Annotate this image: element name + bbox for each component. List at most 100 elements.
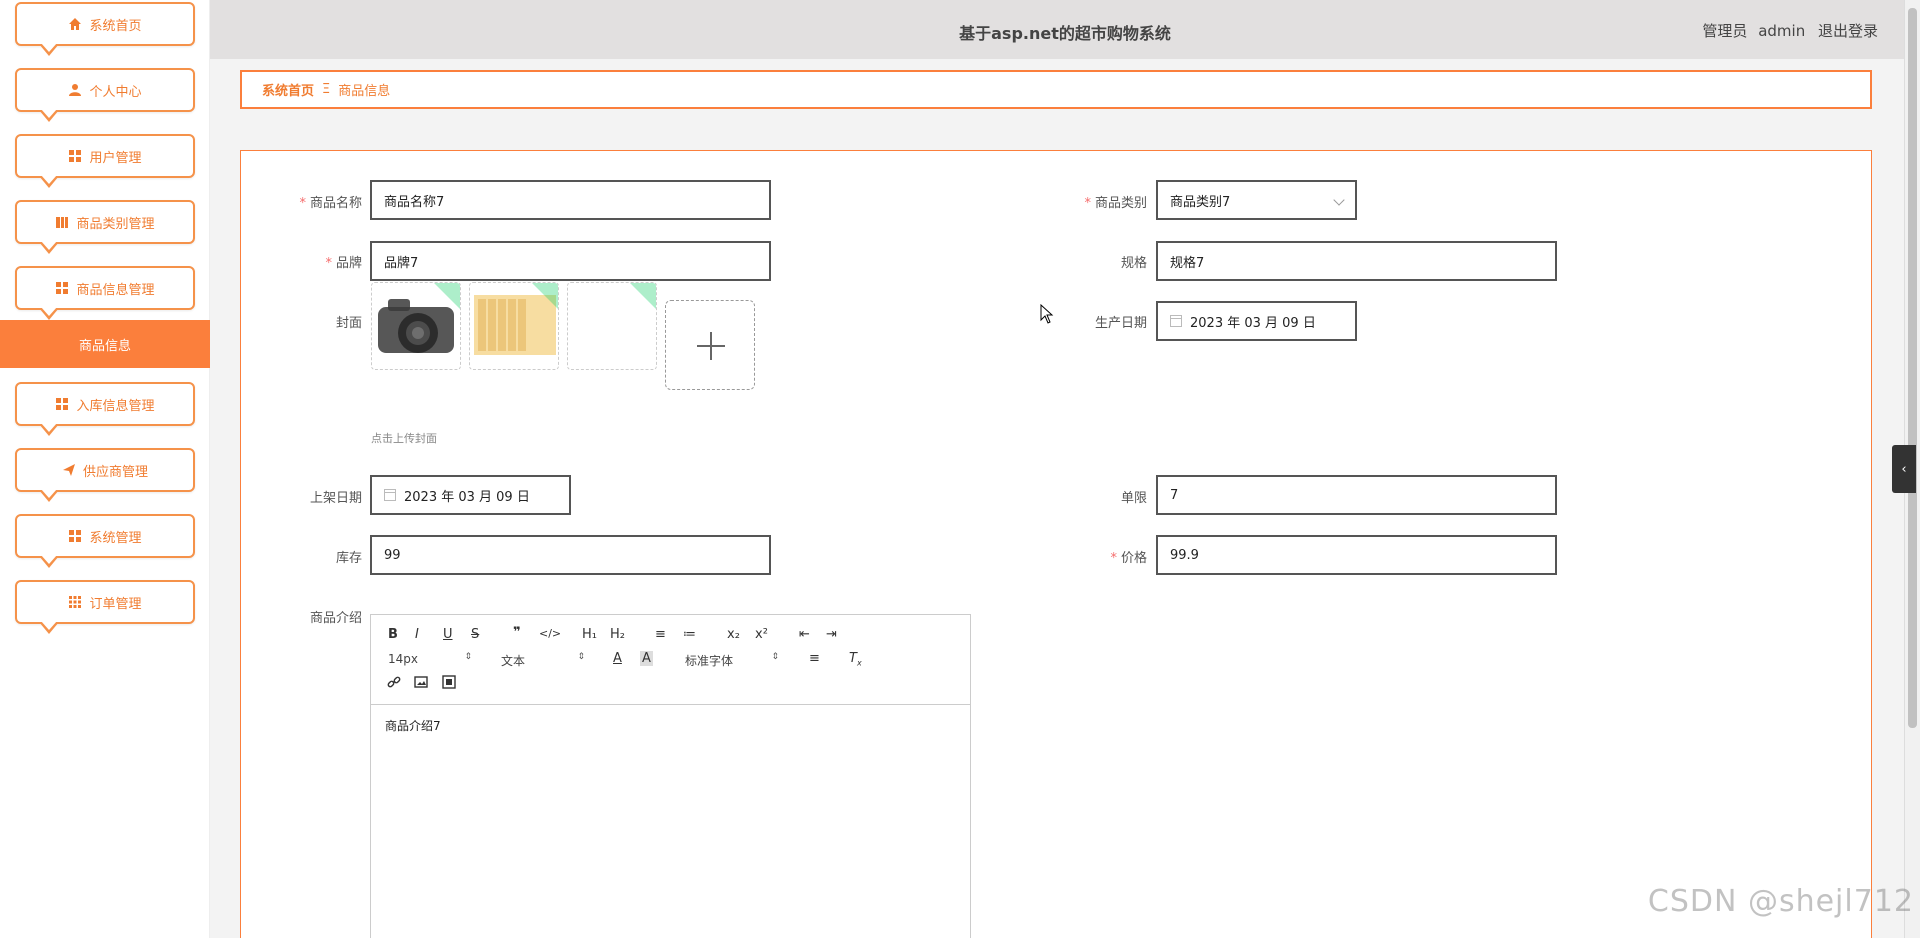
breadcrumb-current: 商品信息	[338, 84, 391, 99]
subscript-button[interactable]: x₂	[727, 627, 740, 642]
top-header: 基于asp.net的超市购物系统 管理员 admin 退出登录	[210, 0, 1920, 59]
cover-thumb-camera[interactable]	[371, 282, 461, 370]
limit-label: 单限	[1120, 491, 1147, 506]
sidebar-item-suppliers[interactable]: 供应商管理	[15, 448, 195, 502]
text-color-icon[interactable]: A	[613, 651, 622, 666]
book-icon	[55, 215, 69, 229]
sidebar: 系统首页 个人中心 用户管理 商品类别管理 商品信息管理 商品信息 入库信息管理…	[0, 0, 210, 938]
sidebar-item-orders[interactable]: 订单管理	[15, 580, 195, 634]
home-icon	[68, 17, 82, 31]
block-type-select[interactable]: 文本 ⇕	[501, 652, 585, 669]
link-icon[interactable]	[387, 675, 401, 693]
sort-icon: ⇕	[771, 652, 779, 662]
grid-icon	[68, 529, 82, 543]
h1-button[interactable]: H₁	[582, 627, 597, 642]
cover-label: 封面	[335, 316, 362, 331]
indent-button[interactable]: ⇥	[826, 627, 837, 642]
sidebar-item-category[interactable]: 商品类别管理	[15, 200, 195, 254]
sidebar-subitem-goods-info[interactable]: 商品信息	[0, 320, 210, 368]
brand-label: * 品牌	[325, 256, 362, 271]
name-label: * 商品名称	[299, 196, 362, 211]
underline-button[interactable]: U	[443, 627, 453, 642]
grid-icon	[68, 149, 82, 163]
brand-input[interactable]: 品牌7	[370, 241, 771, 281]
logout-link[interactable]: 退出登录	[1818, 22, 1878, 40]
collapse-panel-toggle[interactable]: ‹	[1892, 445, 1916, 493]
user-name: admin	[1758, 22, 1806, 40]
quote-button[interactable]: ❞	[513, 625, 521, 640]
breadcrumb: 系统首页 Ξ 商品信息	[240, 70, 1872, 109]
outdent-button[interactable]: ⇤	[799, 627, 810, 642]
sort-icon: ⇕	[577, 652, 585, 662]
price-input[interactable]: 99.9	[1156, 535, 1557, 575]
user-icon	[68, 83, 82, 97]
intro-label: 商品介绍	[309, 611, 362, 626]
uploaded-check-badge	[622, 283, 656, 312]
sidebar-item-home[interactable]: 系统首页	[15, 2, 195, 56]
sidebar-item-stock-in[interactable]: 入库信息管理	[15, 382, 195, 436]
font-size-select[interactable]: 14px ⇕	[388, 652, 472, 666]
category-label: * 商品类别	[1084, 196, 1147, 211]
italic-button[interactable]: I	[415, 627, 419, 642]
strike-button[interactable]: S	[471, 627, 479, 642]
clear-format-icon[interactable]: Tx	[849, 651, 862, 668]
font-family-select[interactable]: 标准字体 ⇕	[685, 652, 779, 669]
grid-icon	[55, 281, 69, 295]
prod-date-picker[interactable]: 2023 年 03 月 09 日	[1156, 301, 1357, 341]
stock-label: 库存	[335, 551, 362, 566]
scrollbar-thumb[interactable]	[1908, 8, 1917, 728]
user-role: 管理员	[1702, 22, 1748, 40]
stock-input[interactable]: 99	[370, 535, 771, 575]
calendar-icon	[384, 489, 396, 501]
grid-icon	[55, 397, 69, 411]
table-icon	[68, 595, 82, 609]
cover-hint: 点击上传封面	[371, 432, 437, 445]
app-title: 基于asp.net的超市购物系统	[959, 24, 1171, 43]
sidebar-item-label: 系统管理	[89, 530, 142, 546]
shelf-date-picker[interactable]: 2023 年 03 月 09 日	[370, 475, 571, 515]
superscript-button[interactable]: x²	[755, 627, 768, 642]
rich-text-editor: B I U S ❞ </> H₁ H₂ ≡ ≔ x₂ x² ⇤ ⇥ 14px ⇕ …	[370, 614, 971, 938]
chevron-left-icon: ‹	[1901, 461, 1907, 477]
watermark: CSDN @shejl712	[1647, 884, 1914, 919]
category-select[interactable]: 商品类别7	[1156, 180, 1357, 220]
user-area: 管理员 admin 退出登录	[1702, 20, 1878, 41]
sort-icon: ⇕	[464, 652, 472, 662]
sidebar-item-label: 用户管理	[89, 150, 142, 166]
sidebar-item-label: 商品信息管理	[76, 282, 155, 298]
sidebar-item-label: 个人中心	[89, 84, 142, 100]
sidebar-subitem-label: 商品信息	[78, 338, 131, 354]
mouse-cursor-icon	[1040, 304, 1054, 324]
background-color-icon[interactable]: A	[640, 651, 653, 666]
limit-input[interactable]: 7	[1156, 475, 1557, 515]
breadcrumb-home[interactable]: 系统首页	[262, 80, 314, 99]
shelf-date-label: 上架日期	[309, 491, 362, 506]
cover-thumb-books[interactable]	[469, 282, 559, 370]
sidebar-item-goods[interactable]: 商品信息管理	[15, 266, 195, 320]
h2-button[interactable]: H₂	[610, 627, 625, 642]
align-icon[interactable]: ≡	[809, 651, 820, 666]
sidebar-item-label: 入库信息管理	[76, 398, 155, 414]
editor-content[interactable]: 商品介绍7	[385, 717, 441, 734]
sidebar-item-label: 系统首页	[89, 18, 142, 34]
editor-toolbar: B I U S ❞ </> H₁ H₂ ≡ ≔ x₂ x² ⇤ ⇥ 14px ⇕ …	[371, 615, 970, 705]
image-icon[interactable]	[414, 675, 428, 693]
bullet-list-button[interactable]: ≔	[683, 627, 696, 642]
calendar-icon	[1170, 315, 1182, 327]
video-icon[interactable]	[442, 675, 456, 693]
sidebar-item-label: 商品类别管理	[76, 216, 155, 232]
sidebar-item-profile[interactable]: 个人中心	[15, 68, 195, 122]
sidebar-item-system[interactable]: 系统管理	[15, 514, 195, 568]
cover-thumb-empty[interactable]	[567, 282, 657, 370]
upload-cover-button[interactable]	[665, 300, 755, 390]
bold-button[interactable]: B	[388, 627, 398, 642]
sidebar-item-label: 订单管理	[89, 596, 142, 612]
ordered-list-button[interactable]: ≡	[655, 627, 666, 642]
spec-input[interactable]: 规格7	[1156, 241, 1557, 281]
name-input[interactable]: 商品名称7	[370, 180, 771, 220]
breadcrumb-separator: Ξ	[322, 82, 331, 97]
send-icon	[62, 463, 76, 477]
price-label: * 价格	[1110, 551, 1147, 566]
code-button[interactable]: </>	[539, 627, 561, 640]
sidebar-item-users[interactable]: 用户管理	[15, 134, 195, 188]
